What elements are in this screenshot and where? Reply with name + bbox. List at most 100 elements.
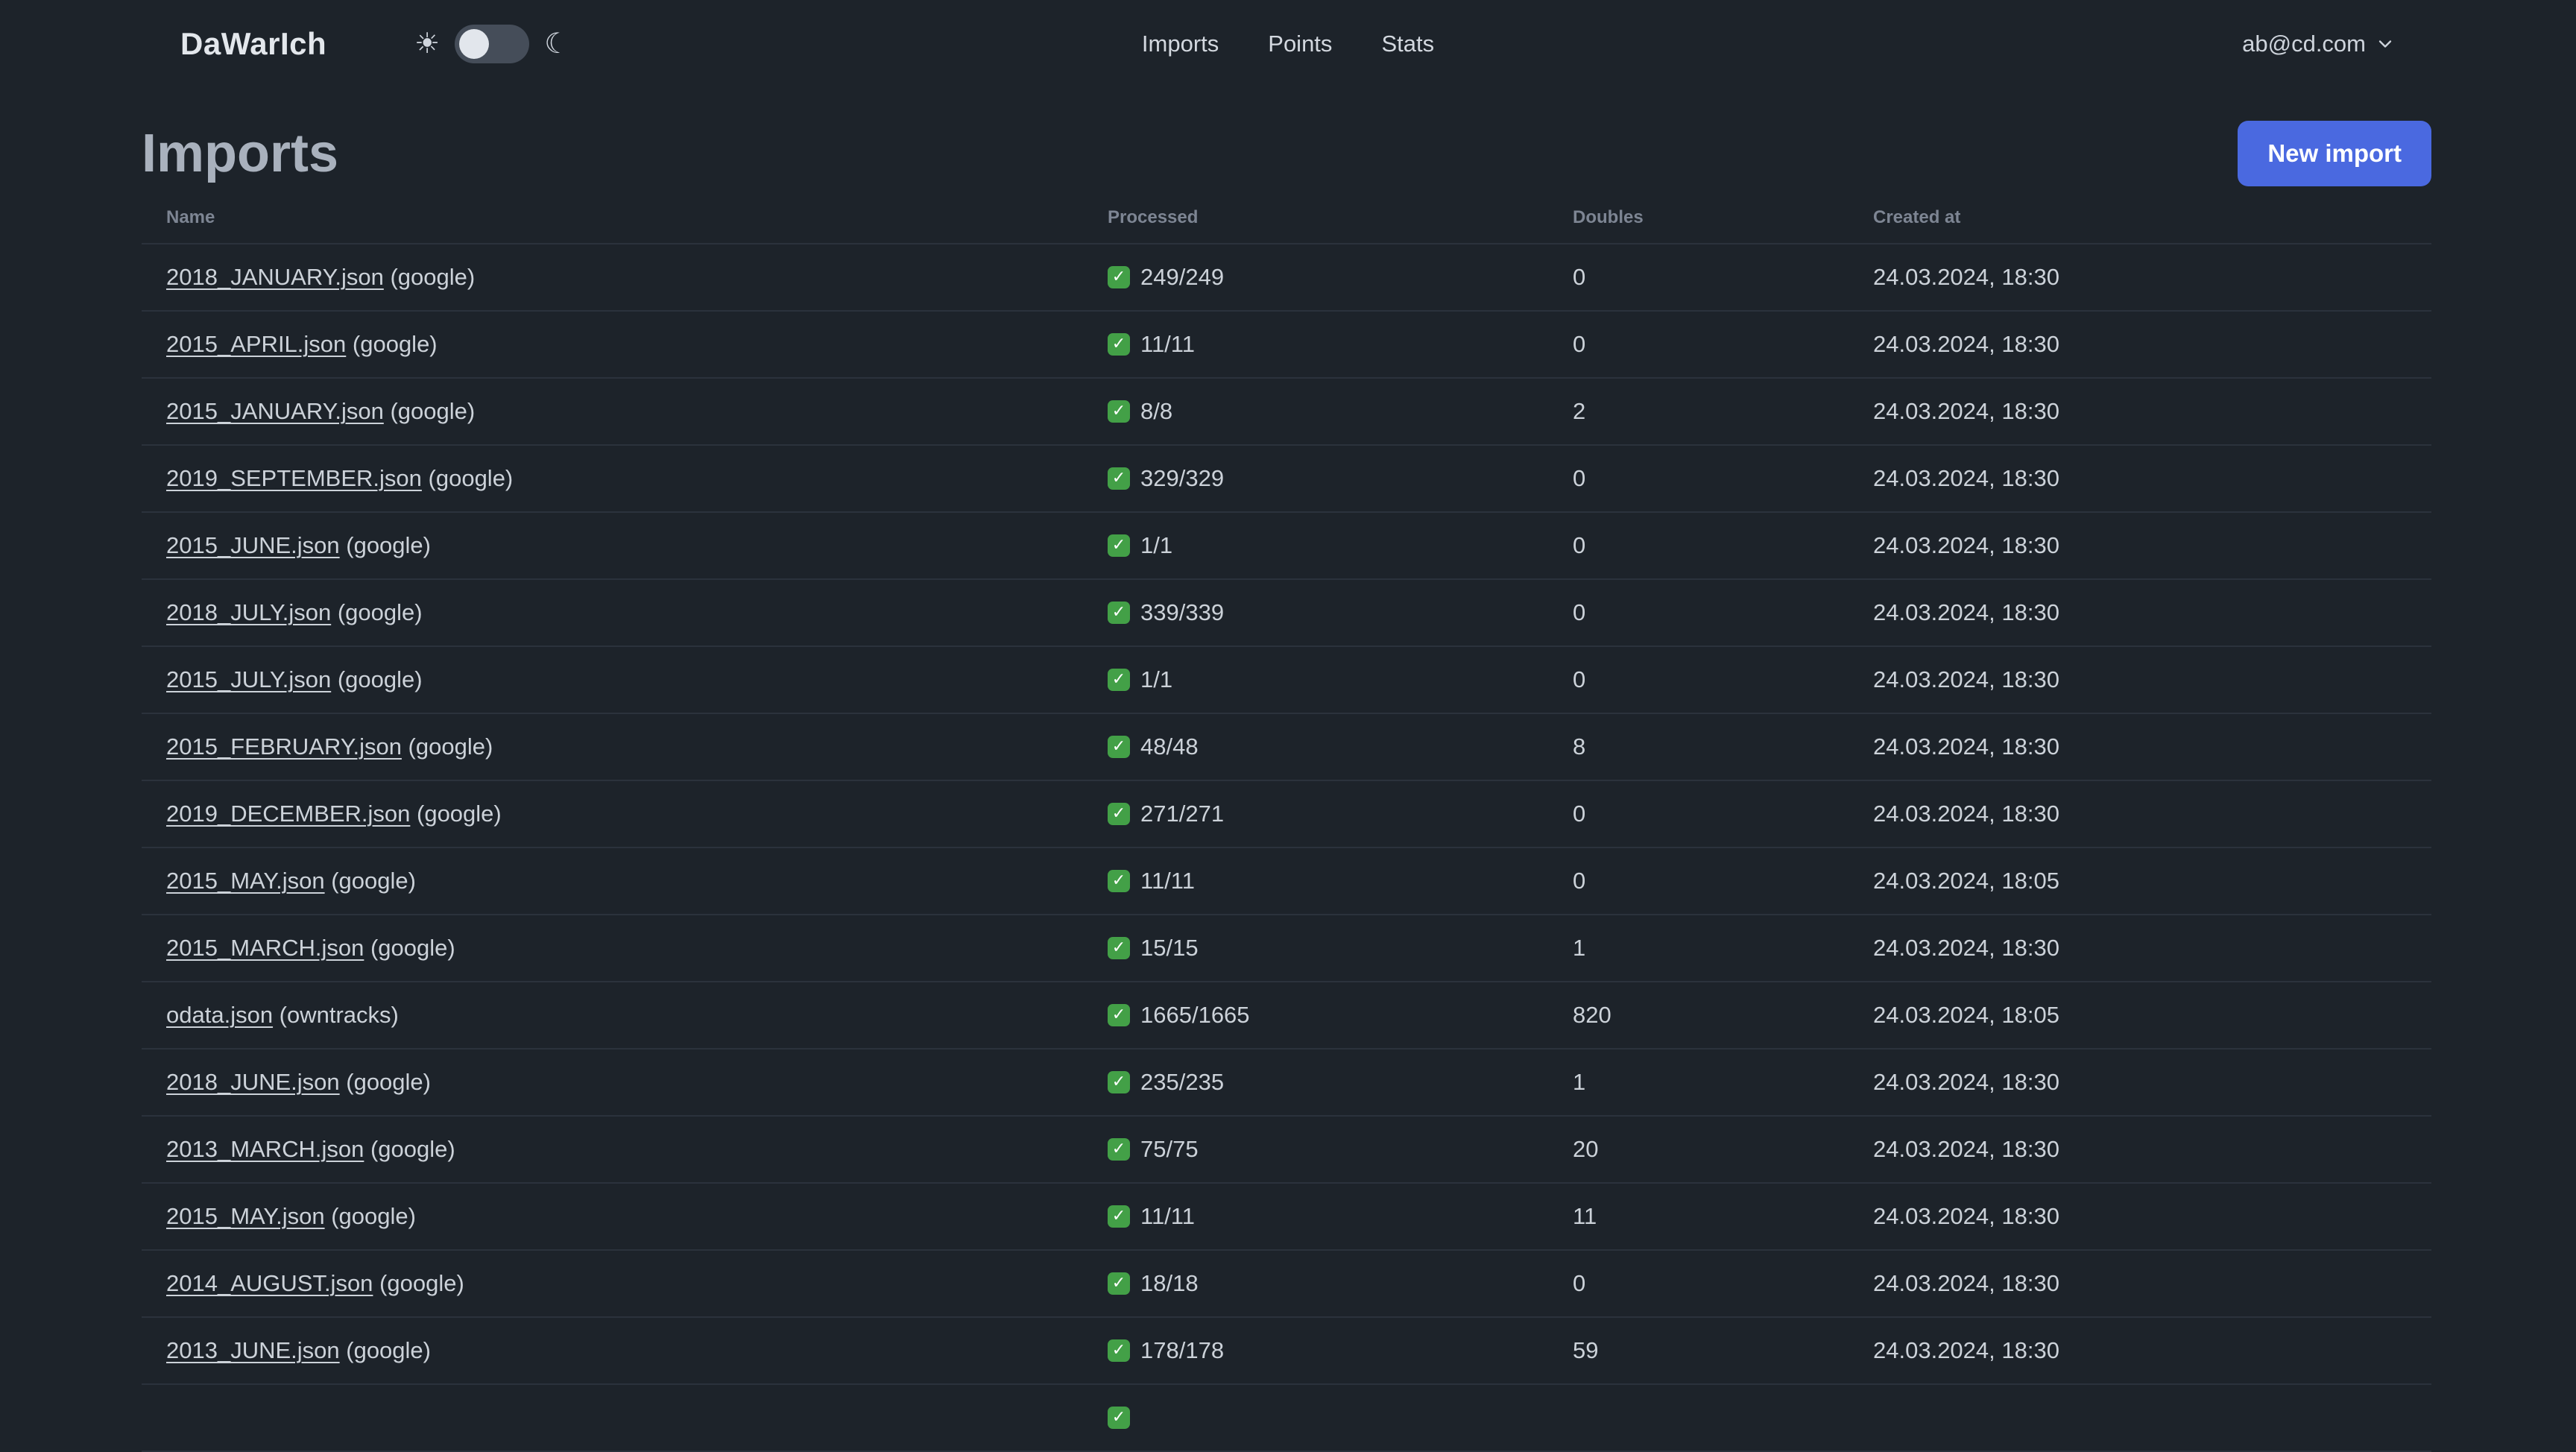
theme-toggle[interactable]: ☀ ☾ bbox=[414, 25, 569, 63]
success-check-icon: ✓ bbox=[1108, 803, 1130, 825]
success-check-icon: ✓ bbox=[1108, 602, 1130, 624]
page-head: Imports New import bbox=[0, 88, 2576, 186]
import-source: (google) bbox=[401, 733, 493, 760]
import-file-link[interactable]: 2015_APRIL.json bbox=[166, 331, 346, 357]
new-import-button[interactable]: New import bbox=[2238, 121, 2431, 186]
imports-table-body: 2018_JANUARY.json (google) ✓ 249/249 0 24.03… bbox=[142, 244, 2431, 1452]
created-at-cell: 24.03.2024, 18:30 bbox=[1849, 1250, 2431, 1318]
table-row: 2014_AUGUST.json (google) ✓ 18/18 0 24.03.20… bbox=[142, 1250, 2431, 1318]
success-check-icon: ✓ bbox=[1108, 1071, 1130, 1093]
doubles-cell: 59 bbox=[1548, 1317, 1849, 1385]
table-row: 2015_MARCH.json (google) ✓ 15/15 1 24.03.202… bbox=[142, 915, 2431, 982]
import-source: (google) bbox=[324, 868, 416, 894]
import-source: (google) bbox=[331, 666, 423, 692]
created-at-cell: 24.03.2024, 18:05 bbox=[1849, 847, 2431, 915]
table-row: 2015_MAY.json (google) ✓ 11/11 11 24.03.2024… bbox=[142, 1183, 2431, 1251]
nav-link-stats[interactable]: Stats bbox=[1381, 31, 1434, 57]
created-at-cell: 24.03.2024, 18:30 bbox=[1849, 713, 2431, 781]
name-cell: 2015_MAY.json (google) bbox=[142, 1183, 1083, 1251]
import-file-link[interactable]: 2018_JANUARY.json bbox=[166, 264, 384, 290]
processed-cell: ✓ 48/48 bbox=[1083, 713, 1548, 781]
processed-count: 11/11 bbox=[1140, 868, 1195, 894]
column-header-created-at: Created at bbox=[1849, 195, 2431, 244]
success-check-icon: ✓ bbox=[1108, 333, 1130, 356]
processed-cell: ✓ 329/329 bbox=[1083, 445, 1548, 513]
import-file-link[interactable]: 2018_JULY.json bbox=[166, 599, 331, 625]
created-at-cell: 24.03.2024, 18:30 bbox=[1849, 1317, 2431, 1385]
import-file-link[interactable]: 2015_MAY.json bbox=[166, 1203, 325, 1229]
created-at-cell: 24.03.2024, 18:30 bbox=[1849, 378, 2431, 446]
name-cell bbox=[142, 1384, 1083, 1452]
import-file-link[interactable]: 2015_JULY.json bbox=[166, 666, 331, 692]
table-row: 2013_JUNE.json (google) ✓ 178/178 59 24.03.2… bbox=[142, 1317, 2431, 1385]
import-source: (google) bbox=[339, 1337, 431, 1363]
import-file-link[interactable]: 2015_MAY.json bbox=[166, 868, 325, 894]
import-file-link[interactable]: 2019_SEPTEMBER.json bbox=[166, 465, 422, 491]
doubles-cell: 2 bbox=[1548, 378, 1849, 446]
import-file-link[interactable]: 2014_AUGUST.json bbox=[166, 1270, 373, 1296]
processed-cell: ✓ 1665/1665 bbox=[1083, 982, 1548, 1049]
import-source: (google) bbox=[346, 331, 438, 357]
import-file-link[interactable]: 2019_DECEMBER.json bbox=[166, 801, 410, 827]
import-file-link[interactable]: 2013_JUNE.json bbox=[166, 1337, 340, 1363]
nav-link-imports[interactable]: Imports bbox=[1142, 31, 1219, 57]
processed-cell: ✓ 75/75 bbox=[1083, 1116, 1548, 1184]
created-at-cell: 24.03.2024, 18:30 bbox=[1849, 646, 2431, 714]
import-source: (google) bbox=[383, 264, 476, 290]
processed-count: 1/1 bbox=[1140, 532, 1173, 558]
doubles-cell: 1 bbox=[1548, 915, 1849, 982]
name-cell: 2015_MARCH.json (google) bbox=[142, 915, 1083, 982]
processed-count: 235/235 bbox=[1140, 1069, 1225, 1095]
success-check-icon: ✓ bbox=[1108, 1004, 1130, 1026]
processed-count: 178/178 bbox=[1140, 1337, 1225, 1363]
name-cell: 2015_JULY.json (google) bbox=[142, 646, 1083, 714]
import-file-link[interactable]: 2015_FEBRUARY.json bbox=[166, 733, 402, 760]
import-file-link[interactable]: odata.json bbox=[166, 1002, 273, 1028]
user-email: ab@cd.com bbox=[2242, 31, 2366, 57]
doubles-cell: 820 bbox=[1548, 982, 1849, 1049]
doubles-cell: 20 bbox=[1548, 1116, 1849, 1184]
doubles-cell: 0 bbox=[1548, 646, 1849, 714]
table-row: 2018_JULY.json (google) ✓ 339/339 0 24.03.20… bbox=[142, 579, 2431, 647]
import-source: (google) bbox=[339, 532, 431, 558]
created-at-cell: 24.03.2024, 18:30 bbox=[1849, 512, 2431, 580]
success-check-icon: ✓ bbox=[1108, 266, 1130, 288]
nav-link-points[interactable]: Points bbox=[1268, 31, 1332, 57]
import-source: (google) bbox=[331, 599, 423, 625]
theme-switch[interactable] bbox=[455, 25, 530, 63]
name-cell: 2018_JULY.json (google) bbox=[142, 579, 1083, 647]
table-row: ✓ bbox=[142, 1384, 2431, 1452]
import-file-link[interactable]: 2015_MARCH.json bbox=[166, 935, 364, 961]
processed-cell: ✓ 178/178 bbox=[1083, 1317, 1548, 1385]
table-row: 2015_MAY.json (google) ✓ 11/11 0 24.03.2024,… bbox=[142, 847, 2431, 915]
table-row: 2019_SEPTEMBER.json (google) ✓ 329/329 0 24.… bbox=[142, 445, 2431, 513]
table-row: 2013_MARCH.json (google) ✓ 75/75 20 24.03.20… bbox=[142, 1116, 2431, 1184]
processed-count: 249/249 bbox=[1140, 264, 1225, 290]
column-header-doubles: Doubles bbox=[1548, 195, 1849, 244]
import-file-link[interactable]: 2015_JANUARY.json bbox=[166, 398, 384, 424]
doubles-cell: 0 bbox=[1548, 847, 1849, 915]
processed-count: 48/48 bbox=[1140, 733, 1199, 760]
table-row: 2015_JUNE.json (google) ✓ 1/1 0 24.03.2024, … bbox=[142, 512, 2431, 580]
doubles-cell: 0 bbox=[1548, 445, 1849, 513]
chevron-down-icon bbox=[2378, 40, 2392, 48]
name-cell: 2019_DECEMBER.json (google) bbox=[142, 780, 1083, 848]
doubles-cell: 0 bbox=[1548, 579, 1849, 647]
success-check-icon: ✓ bbox=[1108, 1272, 1130, 1295]
processed-cell: ✓ 249/249 bbox=[1083, 244, 1548, 312]
import-file-link[interactable]: 2018_JUNE.json bbox=[166, 1069, 340, 1095]
import-file-link[interactable]: 2015_JUNE.json bbox=[166, 532, 340, 558]
table-row: 2019_DECEMBER.json (google) ✓ 271/271 0 24.0… bbox=[142, 780, 2431, 848]
processed-cell: ✓ 8/8 bbox=[1083, 378, 1548, 446]
name-cell: odata.json (owntracks) bbox=[142, 982, 1083, 1049]
brand-logo[interactable]: DaWarIch bbox=[180, 26, 326, 62]
name-cell: 2014_AUGUST.json (google) bbox=[142, 1250, 1083, 1318]
name-cell: 2015_MAY.json (google) bbox=[142, 847, 1083, 915]
processed-count: 75/75 bbox=[1140, 1136, 1199, 1162]
user-menu[interactable]: ab@cd.com bbox=[2242, 31, 2396, 57]
processed-cell: ✓ 339/339 bbox=[1083, 579, 1548, 647]
created-at-cell: 24.03.2024, 18:30 bbox=[1849, 579, 2431, 647]
created-at-cell bbox=[1849, 1384, 2431, 1452]
import-file-link[interactable]: 2013_MARCH.json bbox=[166, 1136, 364, 1162]
processed-cell: ✓ 18/18 bbox=[1083, 1250, 1548, 1318]
